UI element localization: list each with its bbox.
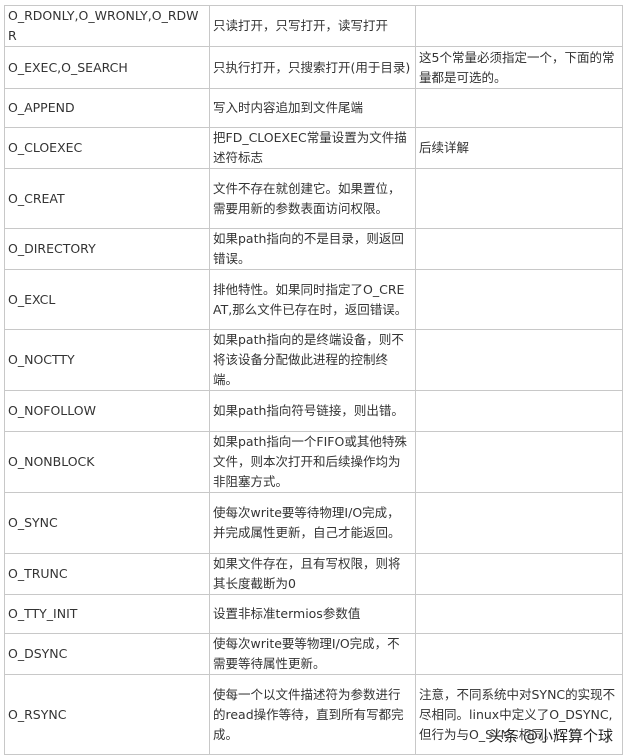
description-cell: 设置非标准termios参数值	[209, 594, 416, 634]
table-row: O_SYNC 使每次write要等待物理I/O完成，并完成属性更新，自己才能返回。	[4, 492, 623, 554]
description-cell: 写入时内容追加到文件尾端	[209, 88, 416, 128]
table-row: O_TRUNC 如果文件存在，且有写权限，则将其长度截断为0	[4, 553, 623, 595]
description-cell: 只执行打开，只搜索打开(用于目录)	[209, 46, 416, 89]
description-cell: 使每一个以文件描述符为参数进行的read操作等待，直到所有写都完成。	[209, 674, 416, 755]
table-row: O_NONBLOCK 如果path指向一个FIFO或其他特殊文件，则本次打开和后续…	[4, 431, 623, 493]
note-cell	[415, 633, 623, 675]
table-row: O_APPEND 写入时内容追加到文件尾端	[4, 88, 623, 128]
table-row: O_NOCTTY 如果path指向的是终端设备，则不将该设备分配做此进程的控制终端…	[4, 329, 623, 391]
flag-cell: O_SYNC	[4, 492, 210, 554]
flag-cell: O_CREAT	[4, 168, 210, 229]
note-cell	[415, 492, 623, 554]
description-cell: 使每次write要等待物理I/O完成，并完成属性更新，自己才能返回。	[209, 492, 416, 554]
note-cell	[415, 553, 623, 595]
table-row: O_DIRECTORY 如果path指向的不是目录，则返回错误。	[4, 228, 623, 270]
note-cell	[415, 329, 623, 391]
table-row: O_EXEC,O_SEARCH 只执行打开，只搜索打开(用于目录) 这5个常量必须指…	[4, 46, 623, 89]
flag-cell: O_EXEC,O_SEARCH	[4, 46, 210, 89]
watermark: 头条 @小辉算个球	[488, 727, 613, 745]
flag-cell: O_RSYNC	[4, 674, 210, 755]
description-cell: 如果文件存在，且有写权限，则将其长度截断为0	[209, 553, 416, 595]
description-cell: 把FD_CLOEXEC常量设置为文件描述符标志	[209, 127, 416, 169]
description-cell: 使每次write要等物理I/O完成，不需要等待属性更新。	[209, 633, 416, 675]
note-cell	[415, 390, 623, 432]
description-cell: 排他特性。如果同时指定了O_CREAT,那么文件已存在时，返回错误。	[209, 269, 416, 330]
table-row: O_EXCL 排他特性。如果同时指定了O_CREAT,那么文件已存在时，返回错误。	[4, 269, 623, 330]
note-cell	[415, 88, 623, 128]
flag-cell: O_NOCTTY	[4, 329, 210, 391]
note-cell	[415, 594, 623, 634]
flag-cell: O_CLOEXEC	[4, 127, 210, 169]
description-cell: 如果path指向一个FIFO或其他特殊文件，则本次打开和后续操作均为非阻塞方式。	[209, 431, 416, 493]
note-cell	[415, 5, 623, 47]
description-cell: 文件不存在就创建它。如果置位，需要用新的参数表面访问权限。	[209, 168, 416, 229]
flag-cell: O_APPEND	[4, 88, 210, 128]
flag-cell: O_EXCL	[4, 269, 210, 330]
table-row: O_DSYNC 使每次write要等物理I/O完成，不需要等待属性更新。	[4, 633, 623, 675]
note-cell	[415, 431, 623, 493]
description-cell: 如果path指向符号链接，则出错。	[209, 390, 416, 432]
flag-cell: O_NOFOLLOW	[4, 390, 210, 432]
table-row: O_TTY_INIT 设置非标准termios参数值	[4, 594, 623, 634]
flag-cell: O_TTY_INIT	[4, 594, 210, 634]
flag-cell: O_DSYNC	[4, 633, 210, 675]
table-row: O_CLOEXEC 把FD_CLOEXEC常量设置为文件描述符标志 后续详解	[4, 127, 623, 169]
note-cell: 后续详解	[415, 127, 623, 169]
table-row: O_RDONLY,O_WRONLY,O_RDWR 只读打开，只写打开，读写打开	[4, 5, 623, 47]
description-cell: 如果path指向的不是目录，则返回错误。	[209, 228, 416, 270]
description-cell: 只读打开，只写打开，读写打开	[209, 5, 416, 47]
flag-cell: O_RDONLY,O_WRONLY,O_RDWR	[4, 5, 210, 47]
flag-cell: O_DIRECTORY	[4, 228, 210, 270]
note-cell	[415, 269, 623, 330]
flag-cell: O_NONBLOCK	[4, 431, 210, 493]
open-flags-table: O_RDONLY,O_WRONLY,O_RDWR 只读打开，只写打开，读写打开 O_…	[4, 5, 623, 755]
description-cell: 如果path指向的是终端设备，则不将该设备分配做此进程的控制终端。	[209, 329, 416, 391]
table-row: O_CREAT 文件不存在就创建它。如果置位，需要用新的参数表面访问权限。	[4, 168, 623, 229]
table-row: O_NOFOLLOW 如果path指向符号链接，则出错。	[4, 390, 623, 432]
note-cell	[415, 228, 623, 270]
flag-cell: O_TRUNC	[4, 553, 210, 595]
note-cell: 这5个常量必须指定一个，下面的常量都是可选的。	[415, 46, 623, 89]
note-cell	[415, 168, 623, 229]
